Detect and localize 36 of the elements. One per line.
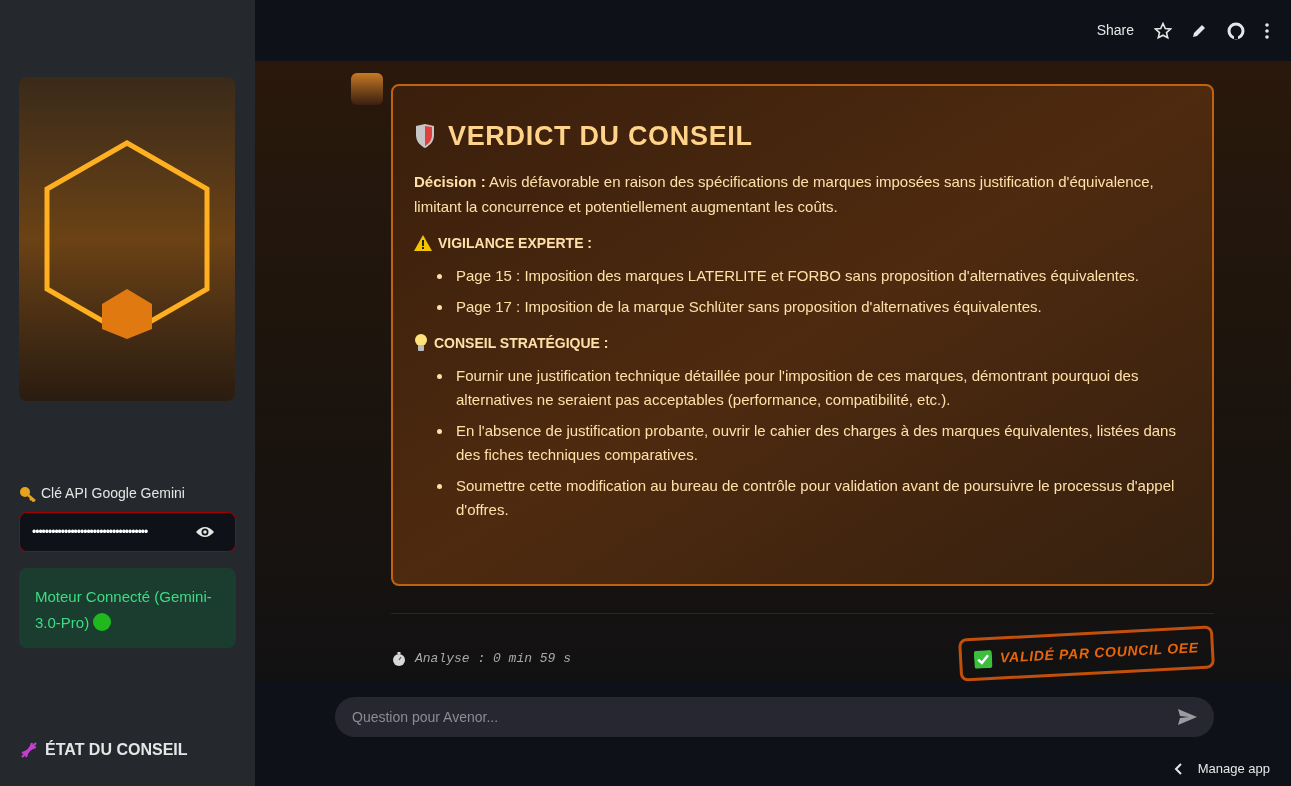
star-icon[interactable] (1154, 21, 1172, 40)
api-key-input[interactable]: •••••••••••••••••••••••••••••••••••• (32, 513, 183, 551)
bullet-icon (437, 273, 442, 279)
warning-icon (414, 235, 432, 251)
decision-text: Décision : Avis défavorable en raison des spécifications de marques imposées sans justification d'équivalence, limitant la concurrence et potentiellement augmentant les coûts. (414, 171, 1155, 217)
status-dot-icon (93, 613, 112, 631)
check-box-icon (973, 649, 993, 669)
manage-app-button[interactable]: Manage app (1197, 759, 1270, 779)
list-item-text: Fournir une justification technique détaillée pour l'imposition de ces marques, démontrant pourquoi des alternatives ne seraient pas acceptables (performance, compatibilité, etc.). (456, 365, 1140, 410)
bullet-icon (437, 304, 442, 310)
eye-icon[interactable] (195, 525, 215, 539)
api-key-label: Clé API Google Gemini (41, 484, 185, 503)
light-bulb-icon (414, 334, 428, 352)
section-heading: CONSEIL STRATÉGIQUE : (434, 333, 609, 353)
verdict-title: VERDICT DU CONSEIL (448, 120, 753, 153)
section-heading: VIGILANCE EXPERTE : (438, 233, 593, 253)
api-key-field[interactable]: •••••••••••••••••••••••••••••••••••• (19, 512, 236, 552)
bullet-icon (437, 483, 442, 489)
shield-icon (414, 123, 436, 150)
list-item-text: Page 15 : Imposition des marques LATERLITE et FORBO sans proposition d'alternatives équivalentes. (456, 265, 1139, 286)
assistant-avatar (351, 73, 383, 105)
pencil-icon[interactable] (1192, 23, 1207, 38)
bullet-icon (437, 428, 442, 434)
list-item-text: En l'absence de justification probante, ouvrir le cahier des charges à des marques équivalentes, listées dans des fiches techniques comparatives. (456, 420, 1177, 465)
key-icon (19, 485, 37, 502)
send-icon[interactable] (1178, 709, 1197, 725)
stopwatch-icon (391, 650, 407, 667)
bullet-icon (437, 373, 442, 379)
more-menu-icon[interactable] (1265, 22, 1269, 39)
share-button[interactable]: Share (1096, 20, 1134, 41)
list-item-text: Soumettre cette modification au bureau de contrôle pour validation avant de poursuivre le processus d'appel d'offres. (456, 475, 1176, 520)
status-message: Moteur Connecté (Gemini-3.0-Pro) (19, 568, 236, 648)
section-title: ÉTAT DU CONSEIL (45, 739, 188, 760)
chevron-left-icon[interactable] (1173, 762, 1182, 775)
list-item-text: Page 17 : Imposition de la marque Schlüter sans proposition d'alternatives équivalentes. (456, 296, 1042, 317)
analysis-time: Analyse : 0 min 59 s (415, 649, 572, 668)
